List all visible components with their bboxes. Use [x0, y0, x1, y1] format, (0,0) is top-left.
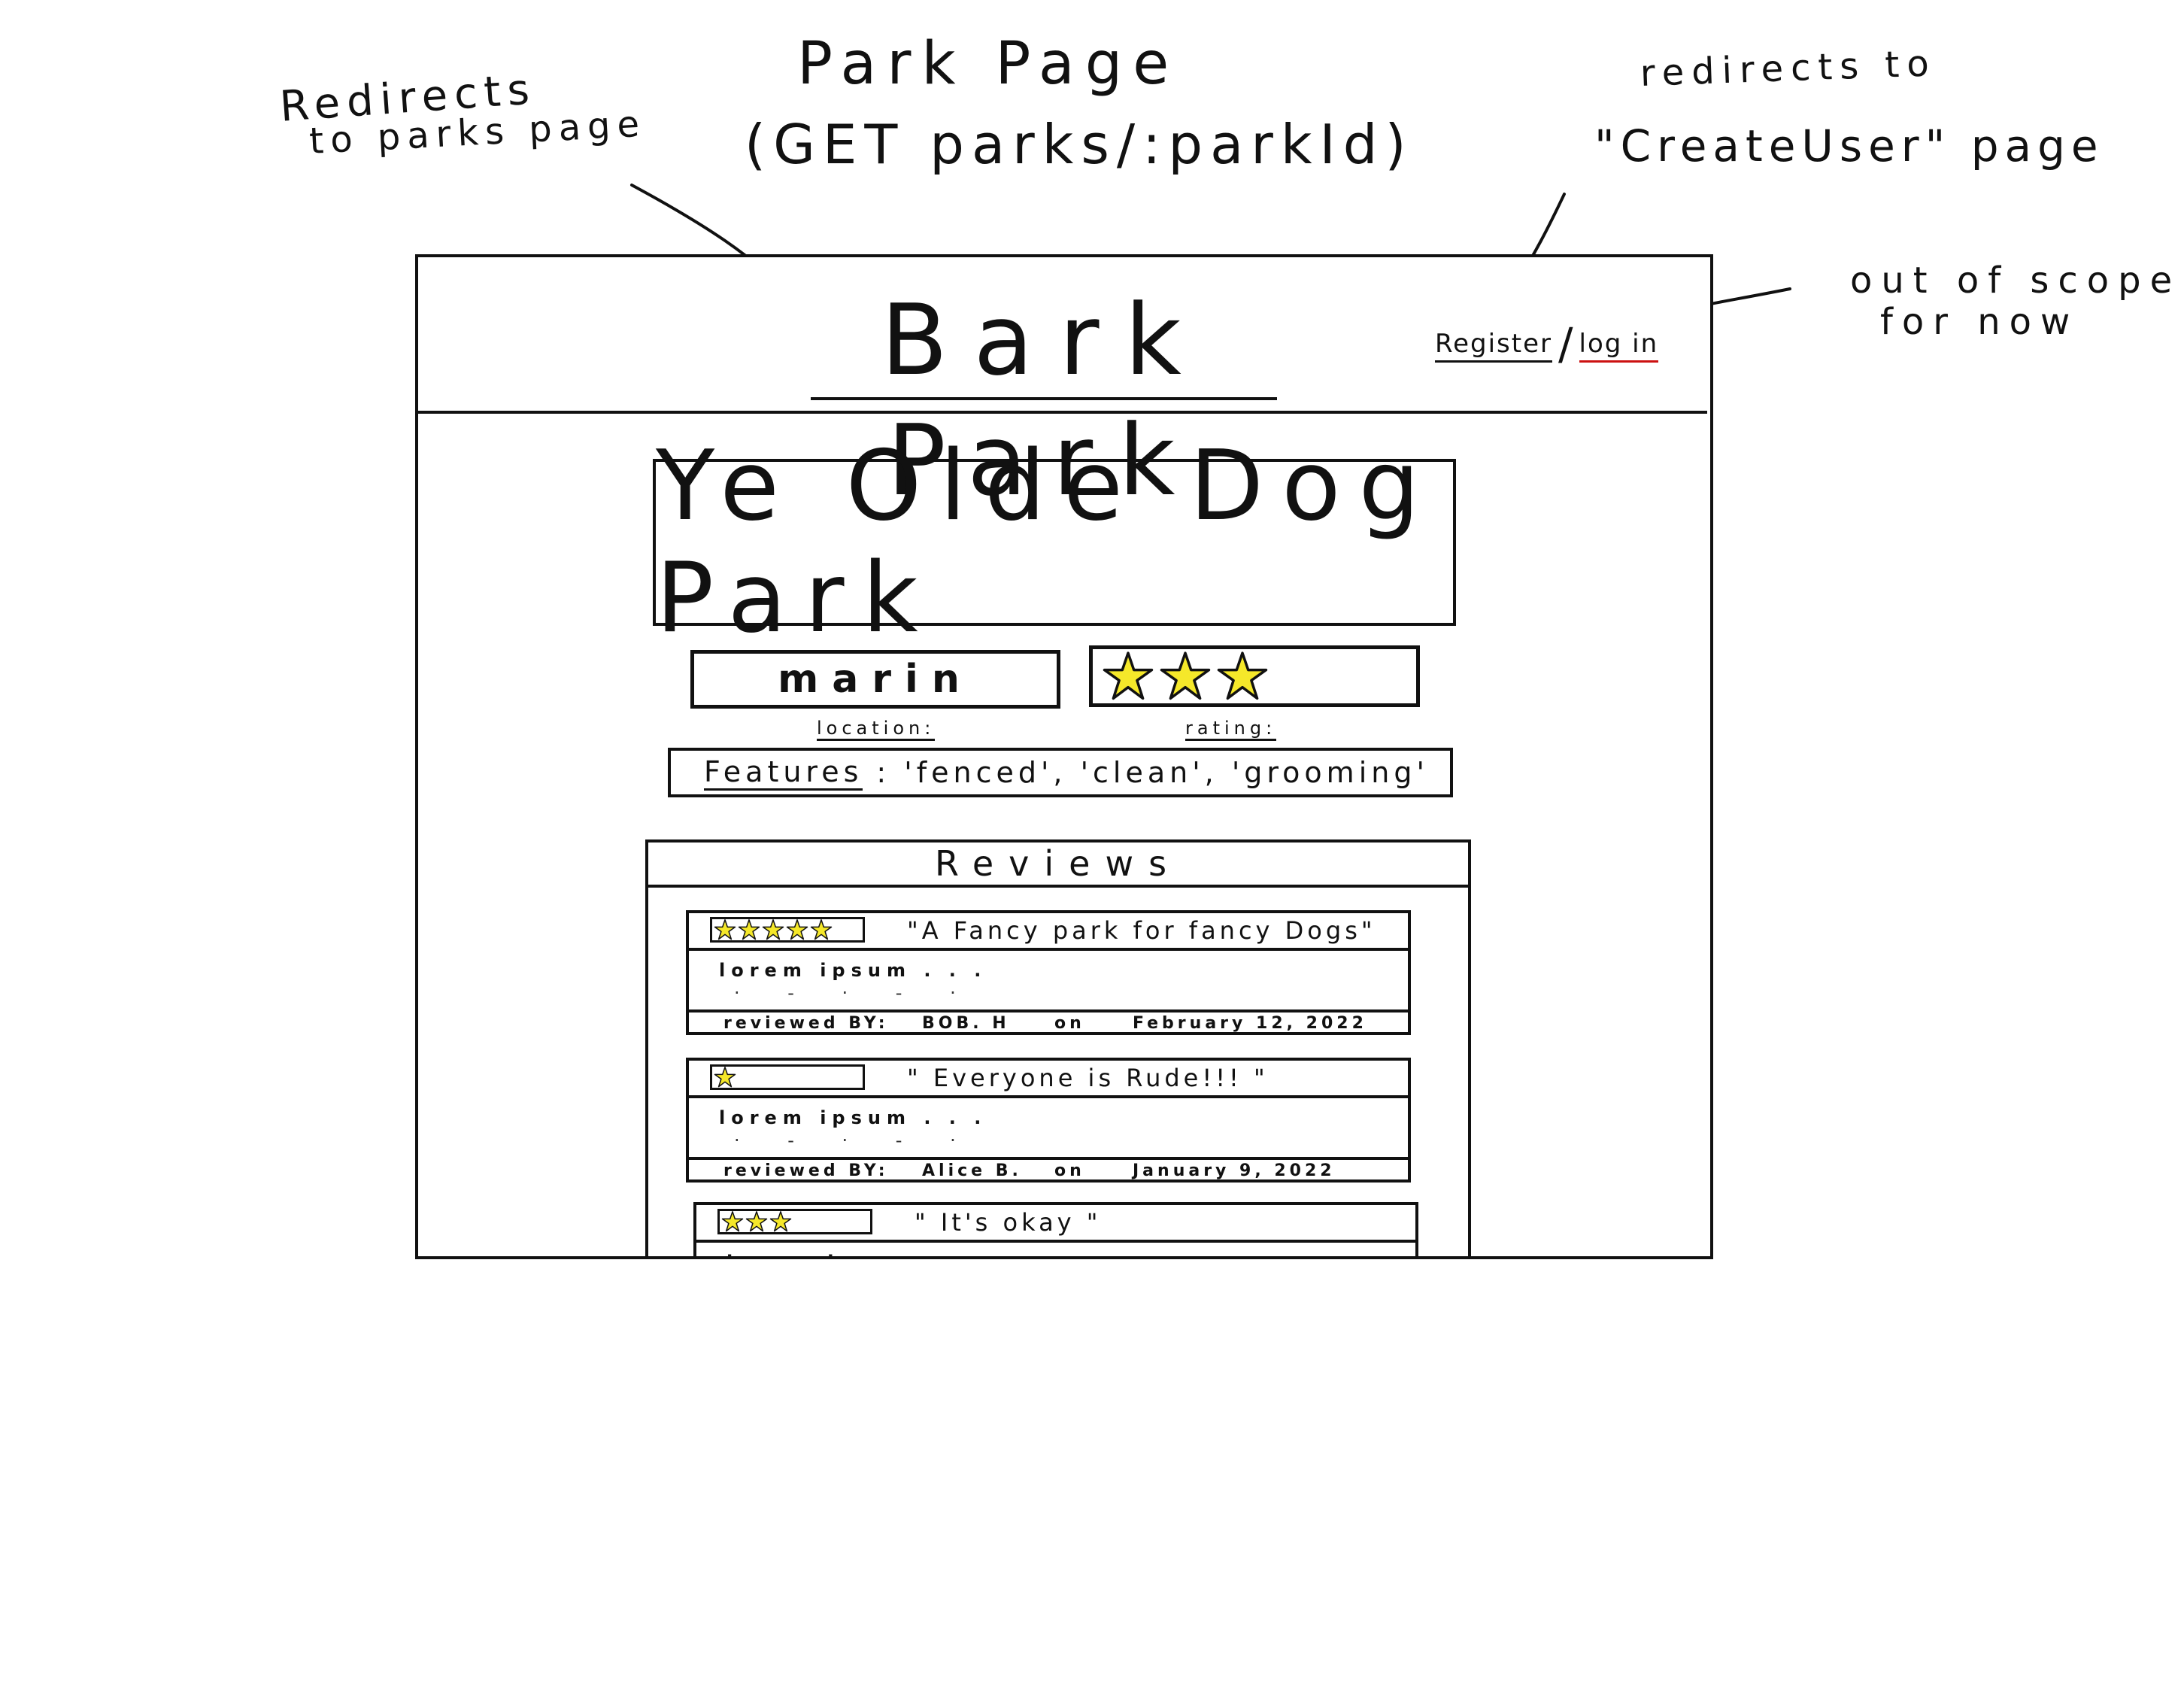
review-body: lorem ipsum . . . — [719, 1107, 987, 1128]
review-body-placeholder: · - · - · — [734, 982, 977, 1003]
review-date: February 12, 2022 — [1133, 1014, 1367, 1033]
reviews-heading: Reviews — [648, 842, 1468, 888]
review-author: BOB. H — [922, 1014, 1010, 1033]
review-body-placeholder: · - · - · — [734, 1130, 977, 1151]
park-name: Ye Olde Dog Park — [653, 430, 1456, 654]
review-footer: reviewed BY: Alice B. on January 9, 2022 — [689, 1157, 1408, 1183]
site-title-link[interactable]: Bark Park — [811, 280, 1277, 518]
annotation-out-of-scope-line2: for now — [1880, 301, 2079, 343]
annotation-endpoint: (GET parks/:parkId) — [745, 113, 1414, 176]
review-body: lorem ipsum . . . — [719, 960, 987, 981]
annotation-out-of-scope-line1: out of scope — [1850, 260, 2182, 302]
rating-label: rating: — [1185, 718, 1277, 741]
park-page-wireframe: Bark Park Register / log in Ye Olde Dog … — [415, 254, 1713, 1259]
star-icon — [714, 919, 736, 940]
star-icon — [1160, 651, 1211, 700]
star-icon — [810, 919, 833, 940]
features-label: Features — [704, 755, 863, 791]
reviewed-by-label: reviewed BY: — [723, 1014, 889, 1033]
login-link[interactable]: log in — [1579, 329, 1659, 363]
location-label: location: — [817, 718, 936, 741]
review-card: "A Fancy park for fancy Dogs" lorem ipsu… — [686, 910, 1411, 1035]
park-location: marin — [690, 650, 1060, 709]
reviewed-by-label: reviewed BY: — [723, 1161, 889, 1180]
review-body: lorem ipsum . . . — [726, 1252, 994, 1256]
star-icon — [762, 919, 784, 940]
star-icon — [738, 919, 760, 940]
register-link[interactable]: Register — [1435, 329, 1552, 363]
annotation-redirect-createuser-line2: "CreateUser" page — [1594, 120, 2104, 172]
star-icon — [714, 1067, 736, 1088]
review-on-label: on — [1054, 1161, 1085, 1180]
review-rating — [710, 1064, 865, 1090]
park-rating — [1089, 645, 1420, 707]
star-icon — [1217, 651, 1268, 700]
review-title: " It's okay " — [915, 1208, 1102, 1237]
park-features: Features : 'fenced', 'clean', 'grooming' — [668, 748, 1453, 797]
review-on-label: on — [1054, 1014, 1085, 1033]
annotation-page-title: Park Page — [797, 30, 1180, 98]
star-icon — [769, 1211, 792, 1232]
nav-separator: / — [1558, 318, 1573, 369]
annotation-redirect-createuser-line1: redirects to — [1640, 42, 1937, 95]
star-icon — [721, 1211, 744, 1232]
review-title: "A Fancy park for fancy Dogs" — [907, 916, 1376, 945]
review-author: Alice B. — [922, 1161, 1022, 1180]
auth-nav: Register / log in — [1435, 317, 1659, 369]
review-card: " It's okay " lorem ipsum . . . — [693, 1202, 1418, 1256]
star-icon — [745, 1211, 768, 1232]
review-date: January 9, 2022 — [1133, 1161, 1336, 1180]
review-card: " Everyone is Rude!!! " lorem ipsum . . … — [686, 1058, 1411, 1183]
reviews-panel: Reviews "A Fancy park for fancy Dogs" lo… — [645, 839, 1471, 1256]
features-value: : 'fenced', 'clean', 'grooming' — [876, 756, 1429, 789]
review-footer: reviewed BY: BOB. H on February 12, 2022 — [689, 1009, 1408, 1035]
header-divider — [418, 411, 1707, 414]
star-icon — [1103, 651, 1154, 700]
review-rating — [717, 1209, 872, 1234]
review-title: " Everyone is Rude!!! " — [907, 1064, 1269, 1092]
star-icon — [786, 919, 808, 940]
review-rating — [710, 917, 865, 943]
